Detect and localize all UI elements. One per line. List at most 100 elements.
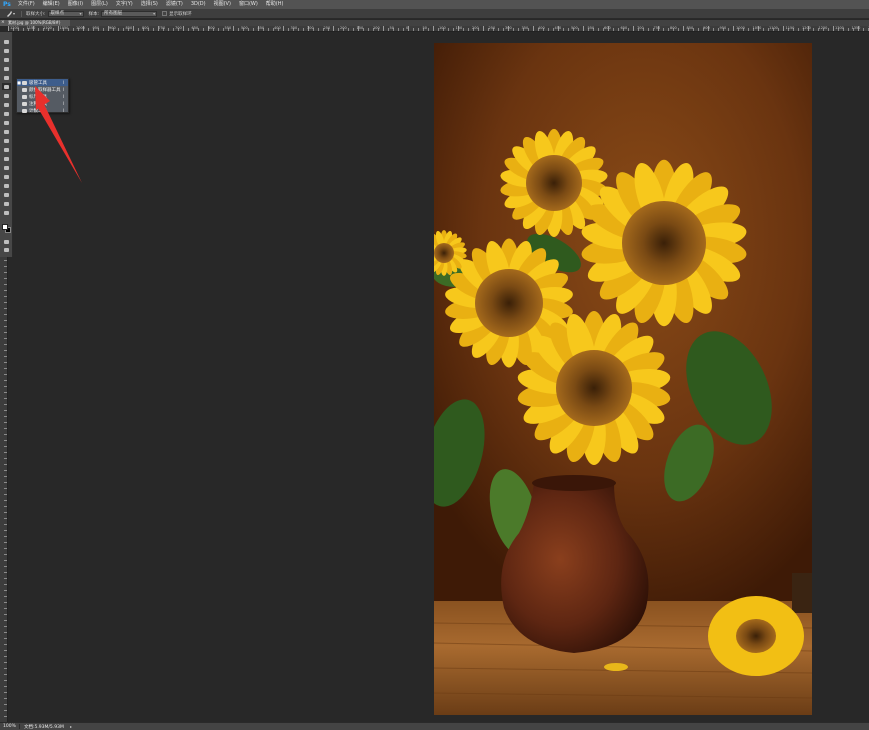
tool-glyph	[4, 174, 9, 179]
tool-glyph	[4, 201, 9, 206]
sunflower-image[interactable]	[434, 43, 812, 715]
menu-bar: Ps 文件(F) 编辑(E) 图像(I) 图层(L) 文字(Y) 选择(S) 滤…	[0, 0, 869, 9]
quick-mask-icon[interactable]	[2, 238, 11, 245]
blur-tool-icon[interactable]	[2, 146, 11, 153]
eraser-tool-icon[interactable]	[2, 128, 11, 135]
status-menu-arrow-icon[interactable]: ▸	[70, 724, 72, 729]
ruler-label: 550	[587, 26, 595, 30]
ruler-label: 750	[653, 26, 661, 30]
sunflower-artwork	[434, 43, 812, 715]
lasso-tool-icon[interactable]	[2, 56, 11, 63]
sample-select[interactable]: 所有图层 ▾	[101, 10, 158, 17]
ruler-label: 1100	[769, 26, 778, 30]
menu-layer[interactable]: 图层(L)	[87, 0, 112, 9]
clone-stamp-tool-icon[interactable]	[2, 110, 11, 117]
type-tool-icon[interactable]	[2, 173, 11, 180]
status-bar: 100% 文档:5.93M/5.93M ▸	[0, 722, 869, 730]
menu-type[interactable]: 文字(Y)	[112, 0, 137, 9]
menu-view[interactable]: 视图(V)	[210, 0, 235, 9]
brush-tool-icon[interactable]	[2, 101, 11, 108]
document-tab-label: 素材.jpg @ 100%(RGB/8#)	[8, 20, 61, 25]
eyedropper-tool-flyout-menu: ■ 吸管工具 I 颜色取样器工具 I 标尺工具 I 注释工具 I 计数工具 I	[16, 78, 69, 114]
ruler-label: 550	[224, 26, 232, 30]
ruler-label: 400	[538, 26, 545, 30]
toolbox-panel	[0, 32, 13, 257]
chevron-down-icon: ▾	[79, 10, 82, 16]
marquee-tool-icon[interactable]	[2, 47, 11, 54]
ruler-label: 0	[406, 26, 409, 30]
flyout-item-note[interactable]: 注释工具 I	[17, 100, 68, 107]
tool-preset-arrow-icon[interactable]: ▾	[13, 11, 15, 16]
ruler-label: 400	[274, 26, 281, 30]
ruler-label: 150	[455, 26, 463, 30]
menu-image[interactable]: 图像(I)	[64, 0, 87, 9]
tool-glyph	[4, 138, 9, 143]
ruler-label: 1250	[818, 26, 828, 30]
gradient-tool-icon[interactable]	[2, 137, 11, 144]
ruler-label: 50	[389, 26, 394, 30]
shortcut-key: I	[63, 80, 65, 85]
path-select-tool-icon[interactable]	[2, 182, 11, 189]
ruler-label: 650	[620, 26, 628, 30]
menu-file[interactable]: 文件(F)	[14, 0, 39, 9]
ruler-label: 100	[439, 26, 446, 30]
flyout-item-count[interactable]: 计数工具 I	[17, 107, 68, 114]
ruler-label: 600	[604, 26, 611, 30]
tool-glyph	[4, 239, 9, 244]
ruler-label: 700	[175, 26, 182, 30]
shortcut-key: I	[63, 87, 65, 92]
ruler-label: 200	[472, 26, 479, 30]
crop-tool-icon[interactable]	[2, 74, 11, 81]
ruler-label: 350	[290, 26, 298, 30]
menu-filter[interactable]: 滤镜(T)	[162, 0, 187, 9]
shape-tool-icon[interactable]	[2, 191, 11, 198]
document-info[interactable]: 文档:5.93M/5.93M	[20, 724, 70, 730]
flyout-item-eyedropper[interactable]: ■ 吸管工具 I	[17, 79, 68, 86]
ruler-label: 600	[208, 26, 215, 30]
screen-mode-icon[interactable]	[2, 246, 11, 253]
show-ring-checkbox[interactable]	[162, 11, 168, 16]
tool-glyph	[4, 75, 9, 80]
menu-3d[interactable]: 3D(D)	[187, 0, 210, 9]
sample-size-label: 取样大小:	[26, 11, 46, 17]
tool-glyph	[4, 247, 9, 252]
move-tool-icon[interactable]	[2, 38, 11, 45]
zoom-tool-icon[interactable]	[2, 209, 11, 216]
hand-tool-icon[interactable]	[2, 200, 11, 207]
healing-brush-tool-icon[interactable]	[2, 92, 11, 99]
eyedropper-tool-icon[interactable]	[2, 83, 11, 90]
sample-size-select[interactable]: 取样点 ▾	[47, 10, 84, 17]
dodge-tool-icon[interactable]	[2, 155, 11, 162]
foreground-color-swatch[interactable]	[2, 224, 8, 230]
tool-glyph	[4, 57, 9, 62]
ruler-icon	[22, 94, 27, 99]
history-brush-tool-icon[interactable]	[2, 119, 11, 126]
quick-select-tool-icon[interactable]	[2, 65, 11, 72]
tool-glyph	[4, 156, 9, 161]
ruler-label: 500	[571, 26, 578, 30]
ruler-label: 450	[257, 26, 265, 30]
ruler-label: 1200	[10, 26, 19, 30]
sample-size-value: 取样点	[50, 10, 65, 16]
ruler-label: 300	[307, 26, 314, 30]
tool-glyph	[4, 84, 9, 89]
tool-glyph	[4, 93, 9, 98]
sample-label: 样本:	[88, 11, 100, 17]
flyout-item-color-sampler[interactable]: 颜色取样器工具 I	[17, 86, 68, 93]
eyedropper-icon[interactable]	[5, 10, 13, 17]
menu-window[interactable]: 窗口(W)	[235, 0, 262, 9]
menu-edit[interactable]: 编辑(E)	[39, 0, 64, 9]
ruler-label: 200	[340, 26, 347, 30]
menu-select[interactable]: 选择(S)	[137, 0, 162, 9]
ruler-label: 1200	[802, 26, 811, 30]
flyout-item-label: 颜色取样器工具	[29, 87, 61, 93]
close-icon[interactable]: ×	[1, 20, 5, 26]
ruler-label: 900	[703, 26, 710, 30]
ruler-label: 650	[191, 26, 199, 30]
flyout-item-label: 注释工具	[29, 101, 47, 107]
flyout-item-ruler[interactable]: 标尺工具 I	[17, 93, 68, 100]
zoom-level[interactable]: 100%	[0, 724, 20, 729]
tool-glyph	[4, 210, 9, 215]
pen-tool-icon[interactable]	[2, 164, 11, 171]
menu-help[interactable]: 帮助(H)	[262, 0, 288, 9]
